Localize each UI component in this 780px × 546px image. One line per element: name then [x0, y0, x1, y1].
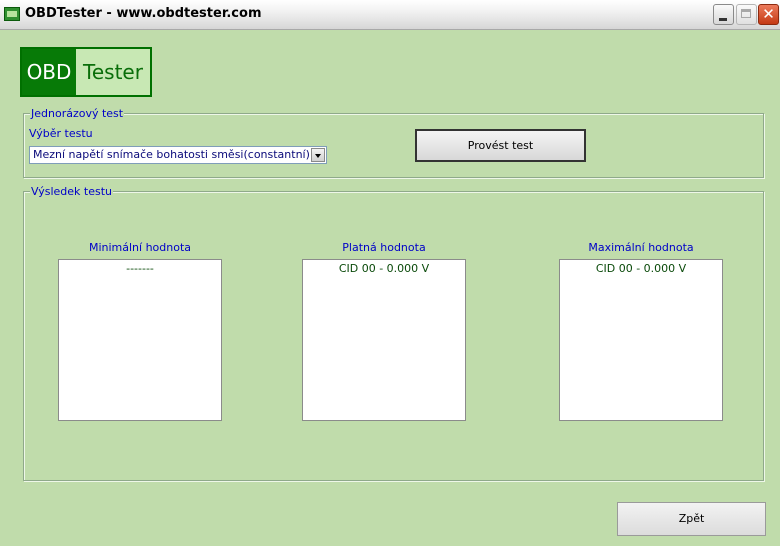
logo-part-tester: Tester — [76, 49, 150, 95]
app-icon — [4, 7, 20, 21]
back-button[interactable]: Zpět — [617, 502, 766, 536]
window-title: OBDTester - www.obdtester.com — [25, 6, 262, 21]
list-item[interactable]: ------- — [59, 262, 221, 275]
close-icon: ✕ — [762, 5, 775, 23]
test-select-label: Výběr testu — [29, 127, 93, 140]
close-button[interactable]: ✕ — [758, 4, 779, 25]
single-test-legend: Jednorázový test — [30, 107, 125, 120]
run-test-button[interactable]: Provést test — [415, 129, 586, 162]
list-item[interactable]: CID 00 - 0.000 V — [303, 262, 465, 275]
min-value-label: Minimální hodnota — [88, 241, 192, 254]
list-item[interactable]: CID 00 - 0.000 V — [560, 262, 722, 275]
valid-value-label: Platná hodnota — [342, 241, 426, 254]
max-value-listbox[interactable]: CID 00 - 0.000 V — [559, 259, 723, 421]
chevron-down-icon[interactable] — [311, 148, 325, 162]
minimize-button[interactable] — [713, 4, 734, 25]
test-select-value: Mezní napětí snímače bohatosti směsi(con… — [33, 148, 310, 161]
logo-part-obd: OBD — [22, 49, 76, 95]
test-result-legend: Výsledek testu — [30, 185, 114, 198]
test-select-dropdown[interactable]: Mezní napětí snímače bohatosti směsi(con… — [29, 146, 327, 164]
maximize-button[interactable] — [736, 4, 757, 25]
title-bar[interactable]: OBDTester - www.obdtester.com ✕ — [0, 0, 780, 30]
obdtester-logo: OBD Tester — [20, 47, 152, 97]
max-value-label: Maximální hodnota — [588, 241, 694, 254]
valid-value-listbox[interactable]: CID 00 - 0.000 V — [302, 259, 466, 421]
min-value-listbox[interactable]: ------- — [58, 259, 222, 421]
